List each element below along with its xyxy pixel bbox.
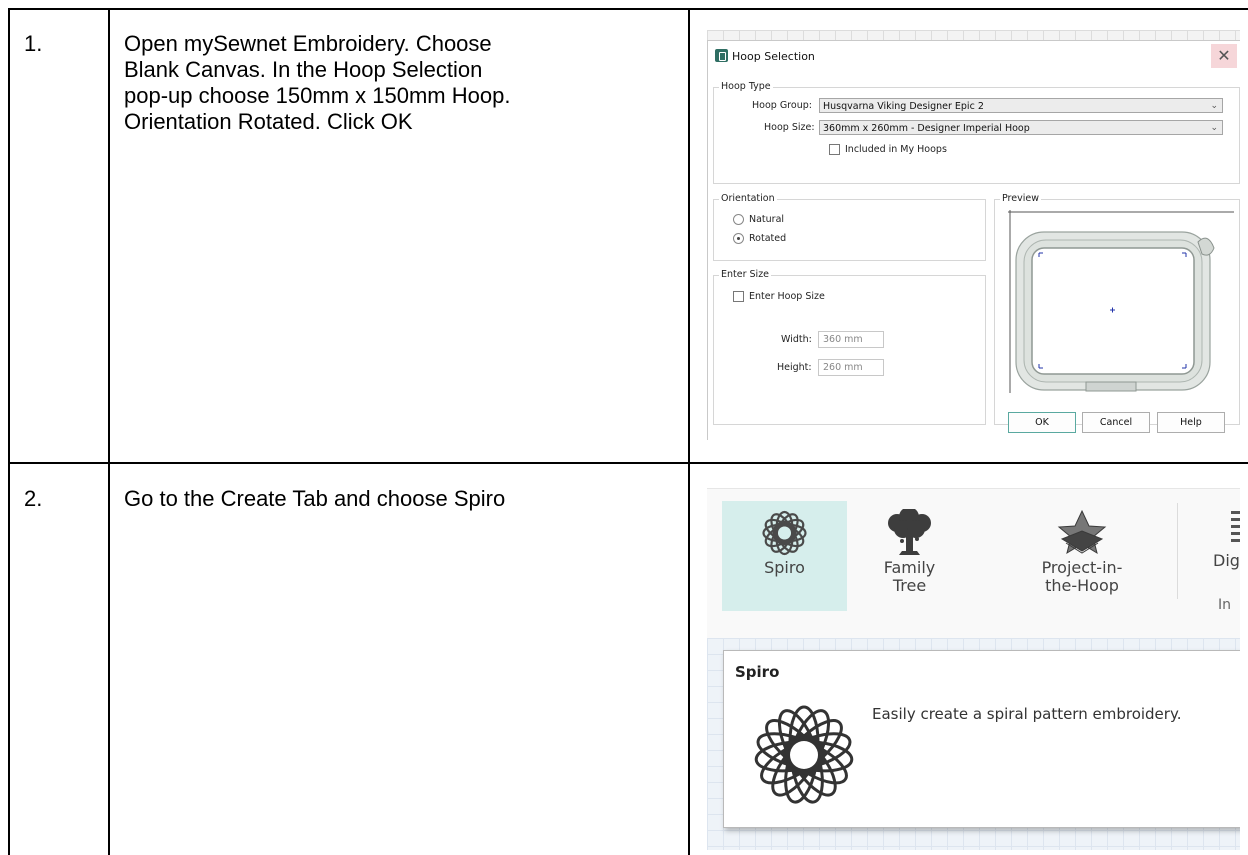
table-border-top [8, 8, 1248, 10]
label-line: Spiro [764, 558, 805, 577]
ribbon-group-label-clipped: In [1218, 597, 1232, 613]
hoop-selection-dialog: Hoop Selection ✕ Hoop Type Hoop Group: H… [707, 40, 1240, 440]
included-in-my-hoops-label: Included in My Hoops [845, 144, 947, 155]
ok-button[interactable]: OK [1008, 412, 1076, 433]
ribbon-item-label: Spiro [722, 559, 847, 577]
group-label: Preview [1000, 193, 1041, 204]
ribbon-item-label-clipped: Digi [1213, 551, 1240, 570]
spiro-icon [754, 705, 854, 804]
ribbon-item-label: Family Tree [847, 559, 972, 595]
orientation-natural-label: Natural [749, 214, 785, 225]
ribbon-item-label: Project-in- the-Hoop [1002, 559, 1162, 595]
step-instruction: Open mySewnet Embroidery. Choose Blank C… [124, 31, 684, 135]
tooltip-description: Easily create a spiral pattern embroider… [872, 705, 1182, 723]
label-line: Project-in- [1041, 558, 1123, 577]
hoop-group-select[interactable]: Husqvarna Viking Designer Epic 2 ⌄ [819, 98, 1223, 113]
project-in-the-hoop-icon [1057, 509, 1107, 555]
width-field[interactable]: 360 mm [818, 331, 884, 348]
hoop-size-select[interactable]: 360mm x 260mm - Designer Imperial Hoop ⌄ [819, 120, 1223, 135]
table-border-left [8, 8, 10, 855]
orientation-group: Orientation [713, 193, 986, 261]
hoop-size-value: 360mm x 260mm - Designer Imperial Hoop [823, 123, 1030, 134]
table-column-divider [688, 8, 690, 855]
spiro-icon [762, 510, 807, 556]
group-label: Enter Size [719, 269, 772, 280]
spiro-tooltip: Spiro Easily create a spiral pattern emb… [723, 650, 1240, 828]
table-column-divider [108, 8, 110, 855]
height-label: Height: [777, 362, 812, 373]
step-number: 1. [24, 31, 43, 56]
hoop-selection-screenshot: Hoop Selection ✕ Hoop Type Hoop Group: H… [707, 30, 1240, 440]
enter-hoop-size-checkbox[interactable] [733, 291, 744, 302]
hoop-preview-image [1008, 210, 1234, 393]
orientation-rotated-radio[interactable] [733, 233, 744, 244]
close-icon: ✕ [1217, 46, 1231, 65]
label-line: the-Hoop [1045, 576, 1119, 595]
instruction-line: Open mySewnet Embroidery. Choose [124, 31, 492, 56]
cancel-button[interactable]: Cancel [1082, 412, 1150, 433]
step-number: 2. [24, 486, 43, 511]
hoop-group-label: Hoop Group: [752, 100, 812, 111]
app-icon [715, 49, 728, 62]
instruction-line: Go to the Create Tab and choose Spiro [124, 486, 506, 511]
chevron-down-icon: ⌄ [1210, 101, 1218, 111]
ribbon-item-project-in-the-hoop[interactable]: Project-in- the-Hoop [1002, 501, 1162, 611]
instruction-line: Orientation Rotated. Click OK [124, 109, 413, 134]
ribbon-item-spiro[interactable]: Spiro [722, 501, 847, 611]
group-label: Hoop Type [719, 81, 773, 92]
help-button[interactable]: Help [1157, 412, 1225, 433]
included-in-my-hoops-checkbox[interactable] [829, 144, 840, 155]
group-label: Orientation [719, 193, 777, 204]
chevron-down-icon: ⌄ [1210, 123, 1218, 133]
digitizing-icon [1231, 511, 1240, 542]
hoop-size-label: Hoop Size: [764, 122, 815, 133]
orientation-natural-radio[interactable] [733, 214, 744, 225]
height-field[interactable]: 260 mm [818, 359, 884, 376]
step-instruction: Go to the Create Tab and choose Spiro [124, 486, 684, 512]
close-button[interactable]: ✕ [1211, 44, 1237, 68]
family-tree-icon [888, 509, 931, 555]
instruction-line: pop-up choose 150mm x 150mm Hoop. [124, 83, 511, 108]
tooltip-title: Spiro [735, 663, 780, 681]
enter-hoop-size-label: Enter Hoop Size [749, 291, 825, 302]
label-line: Family [883, 558, 936, 577]
ribbon-separator [1177, 503, 1178, 599]
dialog-title: Hoop Selection [732, 50, 815, 63]
ribbon-item-family-tree[interactable]: Family Tree [847, 501, 972, 611]
create-tab-screenshot: Spiro Family Tree Project-in- the-Hoop D… [707, 488, 1240, 850]
hoop-group-value: Husqvarna Viking Designer Epic 2 [823, 101, 984, 112]
instruction-line: Blank Canvas. In the Hoop Selection [124, 57, 483, 82]
orientation-rotated-label: Rotated [749, 233, 787, 244]
width-label: Width: [781, 334, 812, 345]
label-line: Tree [892, 576, 927, 595]
table-row-divider [8, 462, 1248, 464]
